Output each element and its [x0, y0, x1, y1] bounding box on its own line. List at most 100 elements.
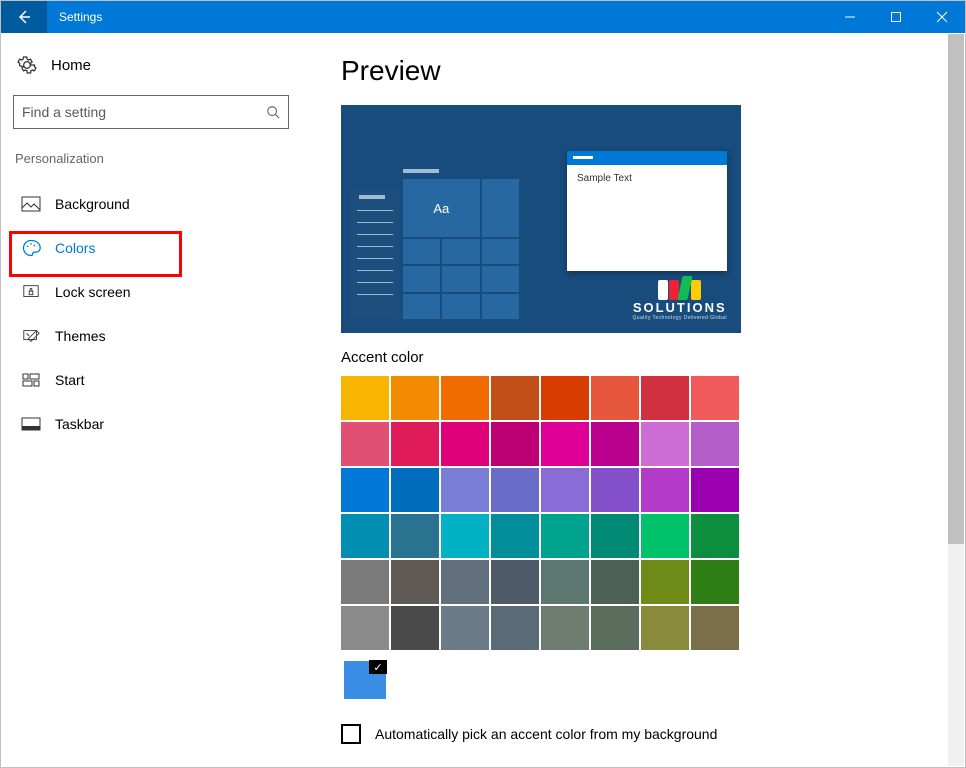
- window-title: Settings: [59, 10, 102, 24]
- accent-color-swatch[interactable]: [491, 468, 539, 512]
- category-label: Personalization: [15, 151, 289, 166]
- accent-color-swatch[interactable]: [441, 422, 489, 466]
- close-button[interactable]: [919, 1, 965, 33]
- sidebar-item-start[interactable]: Start: [13, 358, 289, 402]
- accent-color-swatch[interactable]: [591, 468, 639, 512]
- main-content: Preview Aa: [301, 33, 965, 767]
- sidebar-item-label: Taskbar: [55, 416, 104, 432]
- accent-color-swatch[interactable]: [641, 560, 689, 604]
- preview-start-panel: [351, 189, 399, 319]
- accent-color-swatch[interactable]: [541, 422, 589, 466]
- sidebar-item-label: Background: [55, 196, 130, 212]
- scrollbar[interactable]: [948, 34, 964, 766]
- selected-accent-swatch[interactable]: ✓: [341, 658, 389, 702]
- back-button[interactable]: [1, 1, 47, 33]
- watermark-logo: SOLUTIONS Quality Technology Delivered G…: [632, 274, 727, 321]
- lock-icon: [21, 282, 41, 302]
- accent-color-swatch[interactable]: [391, 560, 439, 604]
- accent-color-swatch[interactable]: [341, 468, 389, 512]
- accent-color-swatch[interactable]: [591, 376, 639, 420]
- accent-color-swatch[interactable]: [591, 560, 639, 604]
- gear-icon: [17, 55, 37, 75]
- accent-color-swatch[interactable]: [541, 560, 589, 604]
- search-icon: [266, 105, 280, 119]
- sidebar-item-label: Start: [55, 372, 85, 388]
- taskbar-icon: [21, 414, 41, 434]
- accent-color-swatch[interactable]: [391, 376, 439, 420]
- auto-accent-row[interactable]: Automatically pick an accent color from …: [341, 724, 935, 744]
- preview-sample-window: Sample Text: [567, 151, 727, 271]
- accent-color-swatch[interactable]: [341, 606, 389, 650]
- accent-color-swatch[interactable]: [341, 422, 389, 466]
- palette-icon: [21, 238, 41, 258]
- accent-color-swatch[interactable]: [491, 514, 539, 558]
- close-icon: [936, 11, 948, 23]
- accent-color-swatch[interactable]: [441, 376, 489, 420]
- accent-color-swatch[interactable]: [641, 376, 689, 420]
- preview-heading: Preview: [341, 55, 935, 87]
- search-box[interactable]: [13, 95, 289, 129]
- sidebar: Home Personalization Background Colors L…: [1, 33, 301, 767]
- accent-color-swatch[interactable]: [491, 422, 539, 466]
- sidebar-item-themes[interactable]: Themes: [13, 314, 289, 358]
- accent-color-swatch[interactable]: [541, 514, 589, 558]
- accent-color-swatch[interactable]: [641, 468, 689, 512]
- accent-color-swatch[interactable]: [541, 606, 589, 650]
- settings-window: Settings Home Personalization Background: [0, 0, 966, 768]
- search-input[interactable]: [22, 104, 266, 120]
- accent-color-swatch[interactable]: [691, 560, 739, 604]
- accent-color-swatch[interactable]: [691, 606, 739, 650]
- accent-color-swatch[interactable]: [491, 606, 539, 650]
- sidebar-item-colors[interactable]: Colors: [13, 226, 289, 270]
- accent-color-swatch[interactable]: [691, 376, 739, 420]
- accent-color-swatch[interactable]: [441, 560, 489, 604]
- accent-color-swatch[interactable]: [441, 606, 489, 650]
- arrow-left-icon: [16, 9, 32, 25]
- accent-color-swatch[interactable]: [691, 468, 739, 512]
- accent-heading: Accent color: [341, 349, 935, 366]
- accent-color-swatch[interactable]: [341, 376, 389, 420]
- sidebar-item-label: Lock screen: [55, 284, 130, 300]
- checkbox-icon[interactable]: [341, 724, 361, 744]
- titlebar: Settings: [1, 1, 965, 33]
- accent-color-swatch[interactable]: [541, 468, 589, 512]
- maximize-icon: [890, 11, 902, 23]
- accent-color-swatch[interactable]: [391, 514, 439, 558]
- accent-color-swatch[interactable]: [391, 606, 439, 650]
- start-icon: [21, 370, 41, 390]
- minimize-icon: [844, 11, 856, 23]
- accent-color-swatch[interactable]: [441, 514, 489, 558]
- preview-tiles: Aa: [403, 169, 519, 319]
- sidebar-item-label: Colors: [55, 240, 95, 256]
- scrollbar-thumb[interactable]: [948, 34, 964, 544]
- home-label: Home: [51, 57, 91, 74]
- sidebar-item-label: Themes: [55, 328, 106, 344]
- preview-sample-text: Sample Text: [567, 165, 727, 192]
- check-icon: ✓: [369, 660, 387, 674]
- accent-color-swatch[interactable]: [591, 422, 639, 466]
- sidebar-item-taskbar[interactable]: Taskbar: [13, 402, 289, 446]
- accent-color-swatch[interactable]: [591, 514, 639, 558]
- accent-color-swatch[interactable]: [341, 560, 389, 604]
- accent-color-swatch[interactable]: [491, 376, 539, 420]
- maximize-button[interactable]: [873, 1, 919, 33]
- accent-color-swatch[interactable]: [391, 422, 439, 466]
- accent-color-swatch[interactable]: [641, 422, 689, 466]
- accent-color-swatch[interactable]: [391, 468, 439, 512]
- accent-color-swatch[interactable]: [341, 514, 389, 558]
- accent-color-swatch[interactable]: [641, 514, 689, 558]
- accent-color-swatch[interactable]: [441, 468, 489, 512]
- home-link[interactable]: Home: [17, 55, 289, 75]
- picture-icon: [21, 194, 41, 214]
- accent-color-swatch[interactable]: [541, 376, 589, 420]
- accent-color-swatch[interactable]: [691, 422, 739, 466]
- accent-color-swatch[interactable]: [491, 560, 539, 604]
- accent-color-swatch[interactable]: [641, 606, 689, 650]
- themes-icon: [21, 326, 41, 346]
- accent-color-swatch[interactable]: [591, 606, 639, 650]
- accent-color-grid: [341, 376, 741, 650]
- accent-color-swatch[interactable]: [691, 514, 739, 558]
- minimize-button[interactable]: [827, 1, 873, 33]
- sidebar-item-background[interactable]: Background: [13, 182, 289, 226]
- sidebar-item-lock-screen[interactable]: Lock screen: [13, 270, 289, 314]
